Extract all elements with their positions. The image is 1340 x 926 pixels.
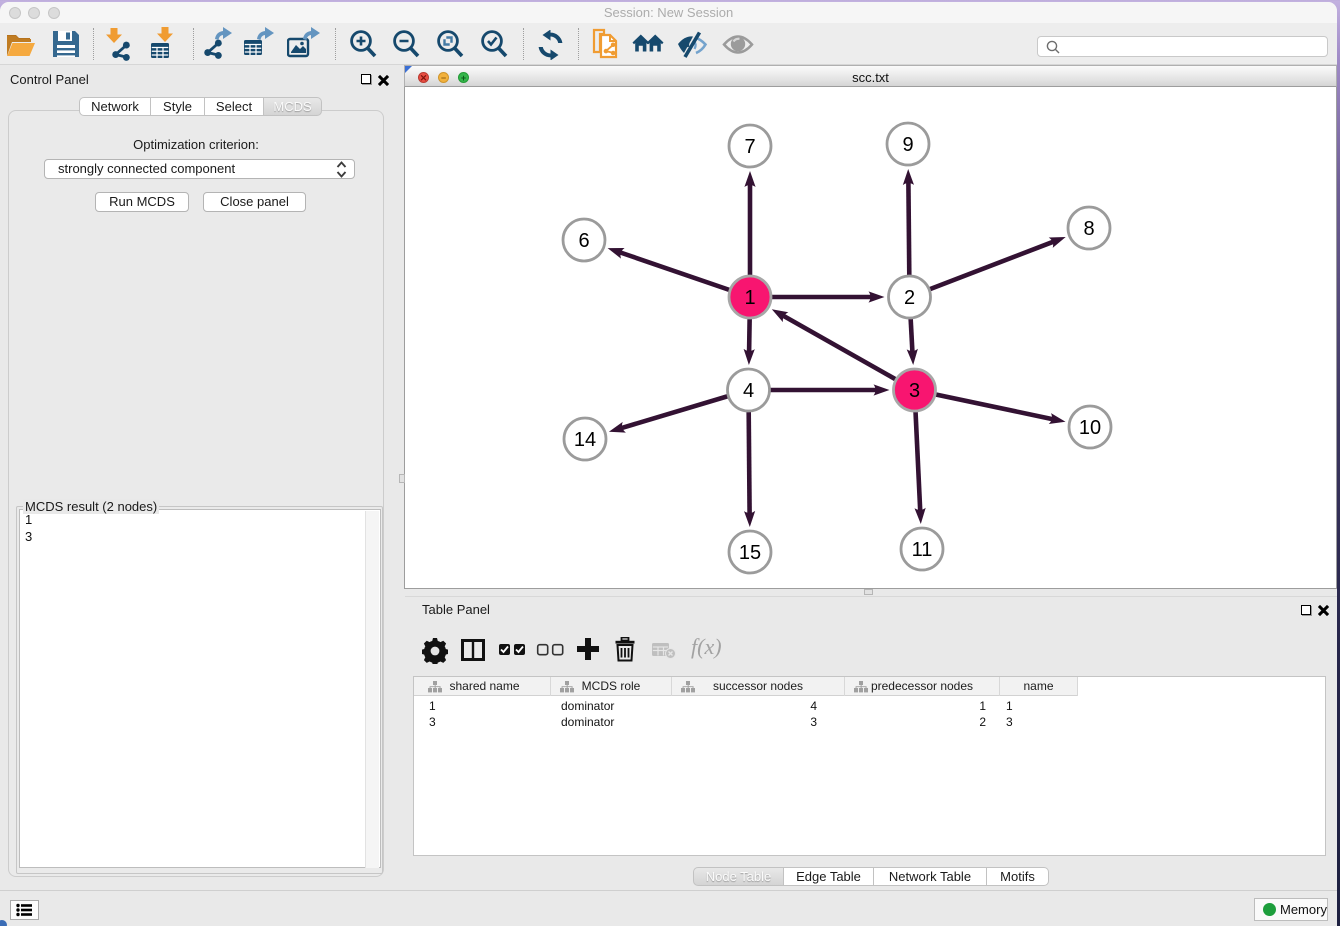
svg-text:8: 8 (1083, 218, 1094, 240)
svg-text:6: 6 (578, 230, 589, 252)
svg-text:3: 3 (909, 380, 920, 402)
svg-text:7: 7 (744, 136, 755, 158)
svg-text:11: 11 (912, 539, 933, 561)
svg-text:2: 2 (904, 287, 915, 309)
svg-text:f(x): f(x) (691, 637, 722, 659)
svg-text:1: 1 (744, 287, 755, 309)
svg-text:9: 9 (902, 134, 913, 156)
svg-text:10: 10 (1079, 417, 1101, 439)
svg-text:15: 15 (739, 542, 761, 564)
svg-text:14: 14 (574, 429, 596, 451)
svg-text:4: 4 (743, 380, 754, 402)
